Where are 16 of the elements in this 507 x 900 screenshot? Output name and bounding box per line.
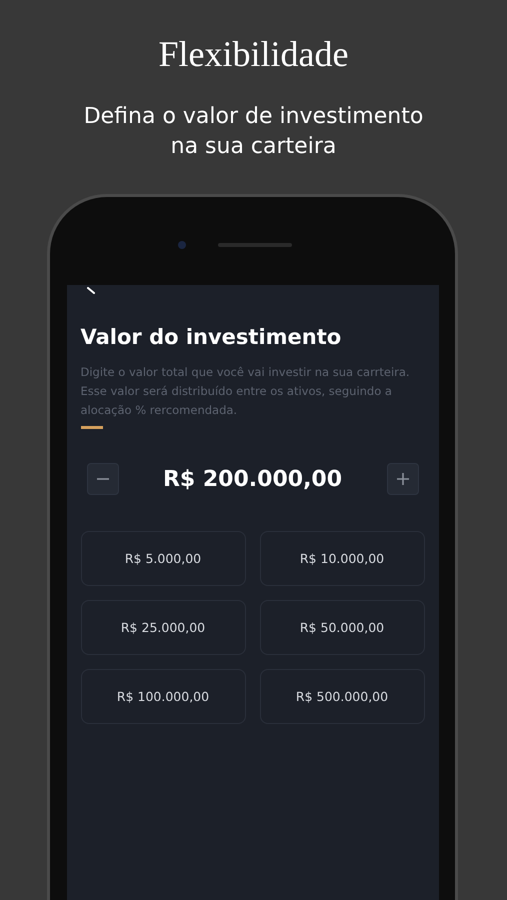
amount-value: R$ 200.000,00 (162, 466, 342, 492)
screen-title: Valor do investimento (80, 325, 342, 349)
preset-amount-button[interactable]: R$ 10.000,00 (260, 531, 424, 586)
accent-rule (80, 426, 102, 429)
preset-amount-button[interactable]: R$ 5.000,00 (80, 531, 246, 586)
preset-amount-button[interactable]: R$ 50.000,00 (260, 600, 424, 655)
preset-amount-button[interactable]: R$ 100.000,00 (80, 669, 246, 724)
headline: Flexibilidade (158, 34, 348, 74)
camera-icon (178, 241, 186, 249)
decrease-button[interactable] (86, 463, 118, 495)
preset-amount-button[interactable]: R$ 500.000,00 (260, 669, 424, 724)
preset-amount-button[interactable]: R$ 25.000,00 (80, 600, 246, 655)
plus-icon (396, 472, 410, 486)
description-text: Digite o valor total que você vai investir na sua carrteira. Esse valor será distribuído entre os ativos, seguindo a alocação % rercomendada. (80, 364, 411, 419)
increase-button[interactable] (386, 463, 418, 495)
subheadline: Defina o valor de investimento na sua carteira (82, 103, 424, 161)
